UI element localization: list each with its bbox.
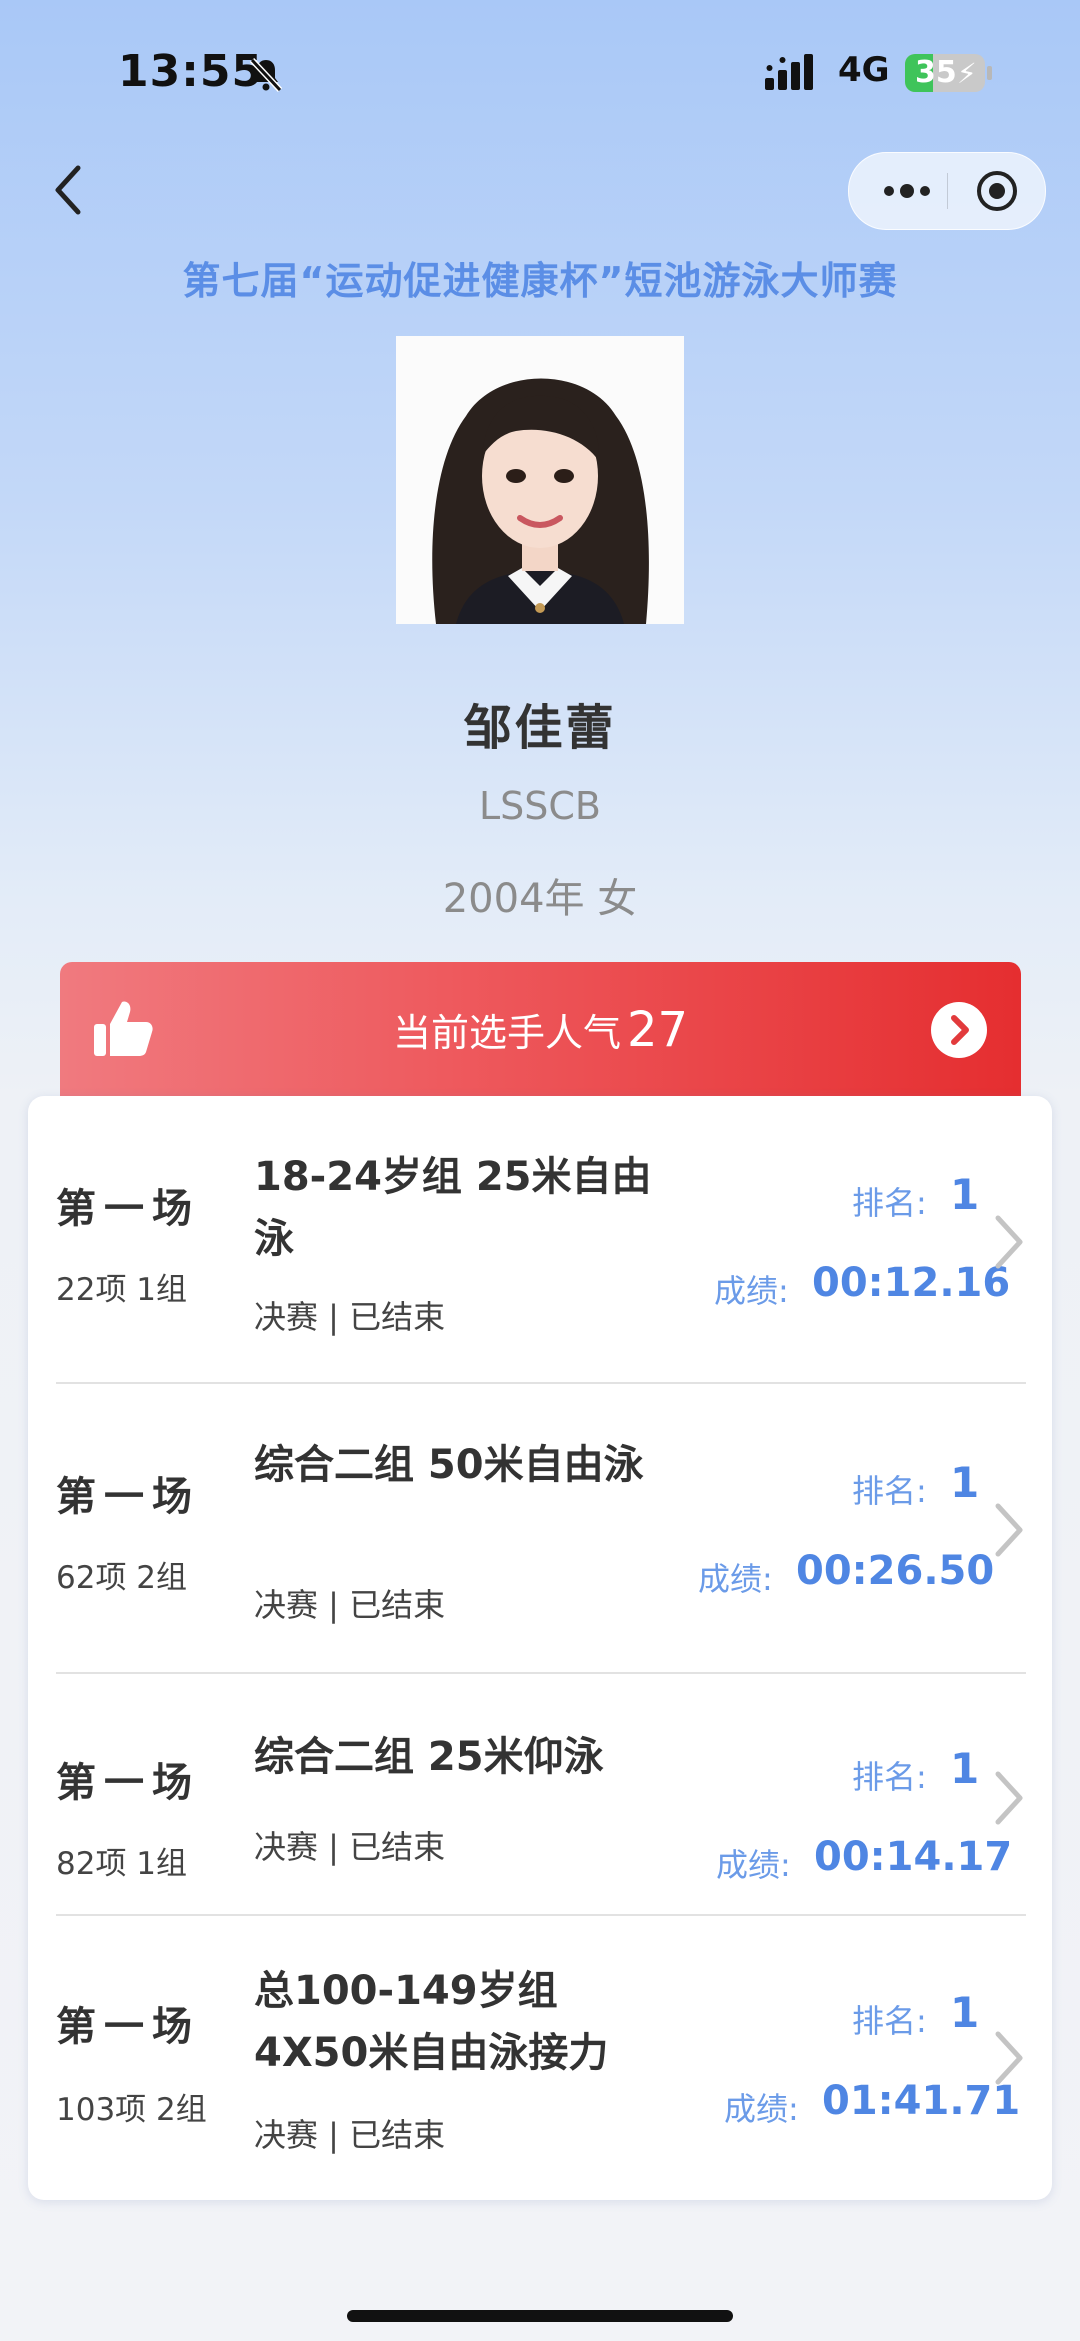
battery-tip: [987, 66, 992, 80]
rank-label: 排名:: [852, 1758, 927, 1796]
score-value: 00:12.16: [812, 1260, 1011, 1306]
event-status: 决赛 | 已结束: [254, 1586, 446, 1624]
status-bar: 13:55 4G 35 ⚡: [0, 0, 1080, 150]
status-time: 13:55: [118, 46, 264, 97]
item-group: 62项 2组: [56, 1560, 188, 1596]
more-dots-icon[interactable]: [877, 171, 937, 211]
popularity-count: 27: [626, 1002, 689, 1058]
result-row-4[interactable]: 第一场 103项 2组 总100-149岁组 4X50米自由泳接力 决赛 | 已…: [28, 1916, 1052, 2200]
score-value: 00:26.50: [796, 1548, 995, 1594]
battery-percent: 35: [915, 55, 957, 90]
rank-value: 1: [950, 1744, 980, 1793]
rank-value: 1: [950, 1458, 980, 1507]
chevron-right-icon: [995, 1503, 1023, 1557]
results-list: 第一场 22项 1组 18-24岁组 25米自由泳 决赛 | 已结束 排名: 1…: [28, 1096, 1052, 2200]
rank-value: 1: [950, 1170, 980, 1219]
rank-value: 1: [950, 1988, 980, 2037]
battery-icon: 35 ⚡: [905, 54, 985, 92]
target-icon[interactable]: [975, 169, 1019, 213]
arrow-right-circle-icon[interactable]: [931, 1002, 987, 1058]
athlete-photo: [396, 336, 684, 624]
session-label: 第一场: [56, 1760, 200, 1806]
event-name: 综合二组 25米仰泳: [254, 1734, 604, 1780]
result-row-1[interactable]: 第一场 22项 1组 18-24岁组 25米自由泳 决赛 | 已结束 排名: 1…: [28, 1096, 1052, 1384]
bell-slash-icon: [249, 57, 283, 93]
mini-program-capsule: [848, 152, 1046, 230]
rank-label: 排名:: [852, 1472, 927, 1510]
result-row-3[interactable]: 第一场 82项 1组 综合二组 25米仰泳 决赛 | 已结束 排名: 1 成绩:…: [28, 1674, 1052, 1916]
capsule-divider: [947, 173, 948, 209]
signal-icon: [765, 54, 813, 90]
popularity-label: 当前选手人气 27: [60, 1002, 1021, 1058]
event-name: 综合二组 50米自由泳: [254, 1442, 644, 1488]
event-name: 18-24岁组 25米自由泳: [254, 1154, 652, 1262]
back-chevron-icon[interactable]: [44, 160, 94, 220]
score-label: 成绩:: [698, 1560, 773, 1598]
event-status: 决赛 | 已结束: [254, 1828, 446, 1866]
home-indicator[interactable]: [347, 2310, 733, 2322]
score-label: 成绩:: [716, 1846, 791, 1884]
item-group: 82项 1组: [56, 1846, 188, 1882]
popularity-banner[interactable]: 当前选手人气 27: [60, 962, 1021, 1102]
page-title: 第七届“运动促进健康杯”短池游泳大师赛: [182, 259, 898, 303]
bolt-icon: ⚡: [957, 57, 977, 90]
session-label: 第一场: [56, 1186, 200, 1232]
session-label: 第一场: [56, 2004, 200, 2050]
chevron-right-icon: [995, 2031, 1023, 2085]
score-label: 成绩:: [724, 2090, 799, 2128]
event-status: 决赛 | 已结束: [254, 2116, 446, 2154]
chevron-right-icon: [995, 1215, 1023, 1269]
score-label: 成绩:: [714, 1272, 789, 1310]
rank-label: 排名:: [852, 1184, 927, 1222]
athlete-club: LSSCB: [478, 784, 601, 828]
item-group: 22项 1组: [56, 1272, 188, 1308]
portrait-illustration: [396, 336, 684, 624]
event-status: 决赛 | 已结束: [254, 1298, 446, 1336]
rank-label: 排名:: [852, 2002, 927, 2040]
athlete-meta: 2004年 女: [442, 876, 638, 922]
popularity-text: 当前选手人气: [392, 1011, 621, 1055]
network-type: 4G: [838, 50, 890, 90]
score-value: 00:14.17: [814, 1834, 1013, 1880]
athlete-name: 邹佳蕾: [463, 700, 617, 756]
session-label: 第一场: [56, 1474, 200, 1520]
event-name: 总100-149岁组 4X50米自由泳接力: [254, 1968, 609, 2076]
item-group: 103项 2组: [56, 2092, 207, 2128]
result-row-2[interactable]: 第一场 62项 2组 综合二组 50米自由泳 决赛 | 已结束 排名: 1 成绩…: [28, 1384, 1052, 1674]
chevron-right-icon: [995, 1771, 1023, 1825]
